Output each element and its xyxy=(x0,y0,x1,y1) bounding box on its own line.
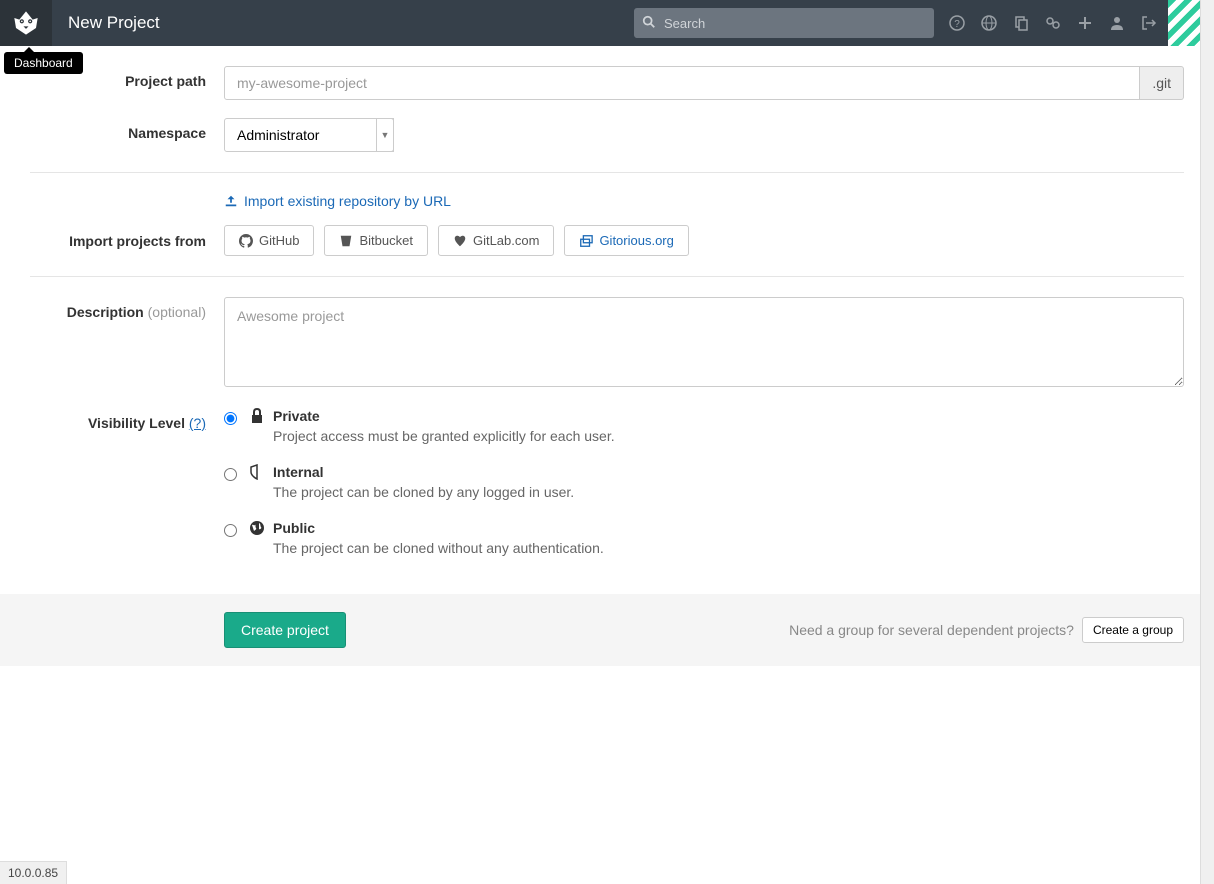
visibility-label: Visibility Level (?) xyxy=(30,408,224,431)
divider xyxy=(30,276,1184,277)
heart-icon xyxy=(453,234,467,248)
git-suffix: .git xyxy=(1140,66,1184,100)
user-icon[interactable] xyxy=(1102,0,1132,46)
visibility-public-radio[interactable] xyxy=(224,524,237,537)
import-label: Import projects from xyxy=(30,233,224,256)
shield-icon xyxy=(249,464,265,480)
visibility-internal[interactable]: Internal The project can be cloned by an… xyxy=(224,464,1184,500)
dashboard-tooltip: Dashboard xyxy=(4,52,83,74)
globe-icon xyxy=(249,520,265,536)
visibility-public[interactable]: Public The project can be cloned without… xyxy=(224,520,1184,556)
visibility-internal-radio[interactable] xyxy=(224,468,237,481)
namespace-row: Namespace Administrator ▼ xyxy=(30,118,1184,152)
help-icon[interactable]: ? xyxy=(942,0,972,46)
import-github-button[interactable]: GitHub xyxy=(224,225,314,256)
footer-bar: Create project Need a group for several … xyxy=(0,594,1214,666)
visibility-private[interactable]: Private Project access must be granted e… xyxy=(224,408,1184,444)
create-group-button[interactable]: Create a group xyxy=(1082,617,1184,643)
lock-icon xyxy=(249,408,265,424)
settings-icon[interactable] xyxy=(1038,0,1068,46)
scrollbar[interactable] xyxy=(1200,0,1214,884)
description-textarea[interactable] xyxy=(224,297,1184,387)
divider xyxy=(30,172,1184,173)
plus-icon[interactable] xyxy=(1070,0,1100,46)
content-area: Project path .git Namespace Administrato… xyxy=(0,46,1214,686)
app-logo[interactable] xyxy=(0,0,52,46)
tanuki-icon xyxy=(11,8,41,38)
project-path-row: Project path .git xyxy=(30,66,1184,100)
search-input[interactable] xyxy=(634,8,934,38)
gitorious-icon xyxy=(579,234,593,248)
topbar: New Project ? xyxy=(0,0,1214,46)
namespace-label: Namespace xyxy=(30,118,224,141)
import-row: Import projects from Import existing rep… xyxy=(30,193,1184,256)
description-row: Description (optional) xyxy=(30,297,1184,390)
search-icon xyxy=(642,15,656,29)
create-project-button[interactable]: Create project xyxy=(224,612,346,648)
search-box xyxy=(634,8,934,38)
page-title: New Project xyxy=(68,13,160,33)
bitbucket-icon xyxy=(339,234,353,248)
import-bitbucket-button[interactable]: Bitbucket xyxy=(324,225,427,256)
visibility-row: Visibility Level (?) Private Project acc… xyxy=(30,408,1184,576)
import-gitorious-button[interactable]: Gitorious.org xyxy=(564,225,688,256)
topbar-icons: ? xyxy=(942,0,1164,46)
visibility-help-link[interactable]: (?) xyxy=(189,415,206,431)
import-url-link[interactable]: Import existing repository by URL xyxy=(224,193,451,209)
project-path-group: .git xyxy=(224,66,1184,100)
signout-icon[interactable] xyxy=(1134,0,1164,46)
copy-icon[interactable] xyxy=(1006,0,1036,46)
globe-icon[interactable] xyxy=(974,0,1004,46)
project-path-input[interactable] xyxy=(224,66,1140,100)
github-icon xyxy=(239,234,253,248)
namespace-select[interactable]: Administrator xyxy=(224,118,394,152)
visibility-private-radio[interactable] xyxy=(224,412,237,425)
import-gitlab-button[interactable]: GitLab.com xyxy=(438,225,554,256)
group-help-text: Need a group for several dependent proje… xyxy=(789,622,1074,638)
upload-icon xyxy=(224,194,238,208)
import-buttons: GitHub Bitbucket GitLab.com Gitorious.or… xyxy=(224,225,1184,256)
statusbar: 10.0.0.85 xyxy=(0,861,67,884)
description-label: Description (optional) xyxy=(30,297,224,320)
svg-text:?: ? xyxy=(954,19,960,30)
